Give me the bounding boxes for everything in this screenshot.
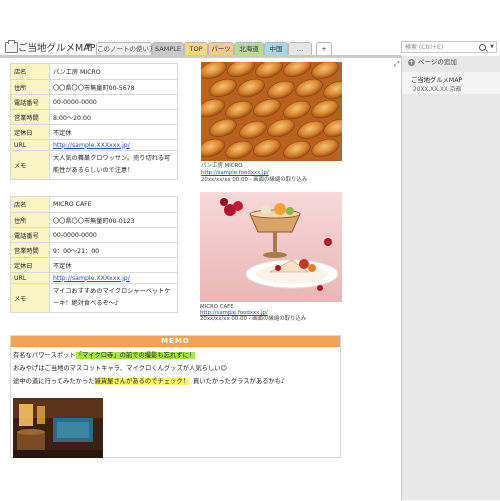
add-icon: + [408, 58, 415, 66]
shop-phone: 00-0000-0000 [49, 227, 178, 243]
memo-line-1: 有名なパワースポット「マイクロ寺」の前での撮影も忘れずに！ [13, 352, 196, 359]
page-list-item-title: ご当地グルメMAP [411, 77, 463, 84]
shop-info-table-2: 店名 MICRO CAFE 住所 〇〇県〇〇市無量町00-0123 電話番号 00-0… [10, 196, 178, 313]
tab-more[interactable]: … [288, 42, 312, 55]
photo-caption-date: 20xx/xx/xx 00:00 - 画面の縁縮の取り込み [200, 316, 307, 322]
shop-hours: 9：00〜21：00 [49, 242, 178, 258]
label-cell: 定休日 [10, 257, 50, 273]
notebook-title[interactable]: ご当地グルメMAP [18, 40, 95, 54]
shop-memo: マイコおすすめのマイクロシャーベットケーキ！絶対食べるぞ〜♪ [49, 283, 178, 313]
label-cell: 電話番号 [10, 227, 50, 243]
shop-address: 〇〇県〇〇市無量町00-5678 [49, 79, 178, 95]
search-input[interactable]: 検索 (Ctrl+E) ▼ [401, 41, 497, 53]
page-list-item-date: 20XX.XX.XX 京都 [413, 87, 462, 93]
tab-chugoku[interactable]: 中国 [264, 42, 288, 55]
add-section-button[interactable]: + [316, 42, 332, 55]
add-page-button[interactable]: + ページの追加 [408, 57, 457, 67]
label-cell: 営業時間 [10, 109, 50, 125]
shop-phone: 00-0000-0000 [49, 94, 178, 110]
croissant-photo[interactable] [201, 62, 342, 161]
search-icon[interactable] [479, 44, 486, 51]
chevron-down-icon[interactable]: ▼ [490, 42, 494, 52]
notebook-icon [5, 40, 18, 53]
label-cell: メモ [10, 283, 50, 313]
photo-caption-link[interactable]: http://sample.foodxxx.jp/ [201, 170, 269, 176]
label-cell: 店名 [10, 196, 50, 213]
memo-line-3: 途中の道に行ってみたかった雑貨屋さんがあるのでチェック！ 買いたかったグラスがある… [13, 378, 286, 385]
tab-hokkaido[interactable]: 北海道 [234, 42, 264, 55]
top-bar: ご当地グルメMAP ▼ このノートの使い方 SAMPLE TOP パーツ 北海道… [0, 0, 500, 57]
dessert-photo[interactable] [200, 192, 342, 302]
photo-caption-date: 20xx/xx/xx 00:00 - 画面の縁縮の取り込み [201, 177, 308, 183]
shop-closed: 不定休 [49, 257, 178, 273]
shop-address: 〇〇県〇〇市無量町00-0123 [49, 212, 178, 228]
memo-box[interactable]: MEMO 有名なパワースポット「マイクロ寺」の前での撮影も忘れずに！ おみやげは… [10, 335, 341, 458]
label-cell: URL [10, 272, 50, 284]
add-page-label: ページの追加 [418, 58, 457, 66]
label-cell: 定休日 [10, 124, 50, 140]
label-cell: 店名 [10, 63, 50, 80]
chevron-down-icon[interactable]: ▼ [86, 42, 91, 50]
shop-name: パン工房 MICRO [49, 63, 178, 80]
shop-info-table-1: 店名 パン工房 MICRO 住所 〇〇県〇〇市無量町00-5678 電話番号 00-0… [10, 63, 178, 180]
shop-interior-photo[interactable] [13, 398, 103, 458]
page-list-panel: + ページの追加 ご当地グルメMAP 20XX.XX.XX 京都 [401, 56, 500, 500]
expand-icon[interactable]: ⤢ [394, 60, 400, 69]
shop-url-link[interactable]: http://sample.XXXxxx.jp/ [53, 275, 130, 282]
memo-header: MEMO [11, 336, 340, 347]
label-cell: 電話番号 [10, 94, 50, 110]
photo-caption-name: パン工房 MICRO [201, 163, 243, 169]
memo-line-2: おみやげはご当地のマスコットキャラ、マイクロくんグッズが人気らしい☺ [13, 365, 228, 372]
label-cell: URL [10, 139, 50, 151]
label-cell: 営業時間 [10, 242, 50, 258]
tab-top[interactable]: TOP [184, 42, 208, 55]
tab-sample[interactable]: SAMPLE [152, 42, 184, 55]
label-cell: メモ [10, 150, 50, 180]
shop-memo: 大人気の舞巣クロワッサン。売り切れる可能性があるらしいので注意！ [49, 150, 178, 180]
tab-parts[interactable]: パーツ [208, 42, 234, 55]
shop-url-link[interactable]: http://sample.XXXxxx.jp/ [53, 142, 130, 149]
label-cell: 住所 [10, 79, 50, 95]
shop-name: MICRO CAFE [49, 196, 178, 213]
shop-closed: 不定休 [49, 124, 178, 140]
shop-hours: 8:00〜20:00 [49, 109, 178, 125]
page-list-item[interactable]: ご当地グルメMAP 20XX.XX.XX 京都 [402, 72, 500, 94]
tab-how-to-use[interactable]: このノートの使い方 [96, 42, 156, 55]
label-cell: 住所 [10, 212, 50, 228]
search-placeholder: 検索 (Ctrl+E) [405, 44, 444, 51]
